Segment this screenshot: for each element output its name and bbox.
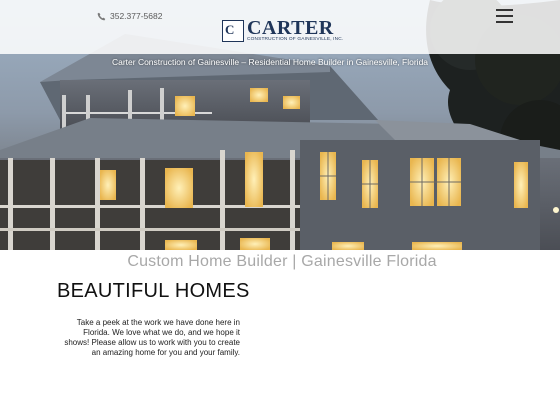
hero-tagline: Carter Construction of Gainesville – Res… (111, 57, 429, 67)
logo-mark-letter: C (225, 22, 235, 37)
phone-number[interactable]: 352.377-5682 (110, 11, 162, 21)
logo-mark: C (222, 20, 244, 42)
menu-line-3 (496, 21, 513, 23)
logo-text: CARTER CONSTRUCTION OF GAINESVILLE, INC. (247, 16, 344, 43)
phone-icon (97, 12, 106, 20)
page-subtitle: Custom Home Builder | Gainesville Florid… (127, 253, 437, 270)
hero-banner: 352.377-5682 C CARTER CONSTRUCTION OF GA… (0, 0, 560, 250)
intro-paragraph: Take a peek at the work we have done her… (64, 318, 240, 357)
logo-name: CARTER (247, 16, 334, 39)
hamburger-menu-icon[interactable] (496, 8, 513, 25)
phone-link[interactable]: 352.377-5682 (97, 11, 162, 21)
menu-line-1 (496, 9, 513, 11)
carter-logo[interactable]: C CARTER CONSTRUCTION OF GAINESVILLE, IN… (222, 16, 344, 43)
logo-subtitle: CONSTRUCTION OF GAINESVILLE, INC. (247, 36, 344, 42)
menu-line-2 (496, 15, 513, 17)
page-heading: BEAUTIFUL HOMES (57, 280, 250, 302)
page: 352.377-5682 C CARTER CONSTRUCTION OF GA… (0, 0, 560, 420)
